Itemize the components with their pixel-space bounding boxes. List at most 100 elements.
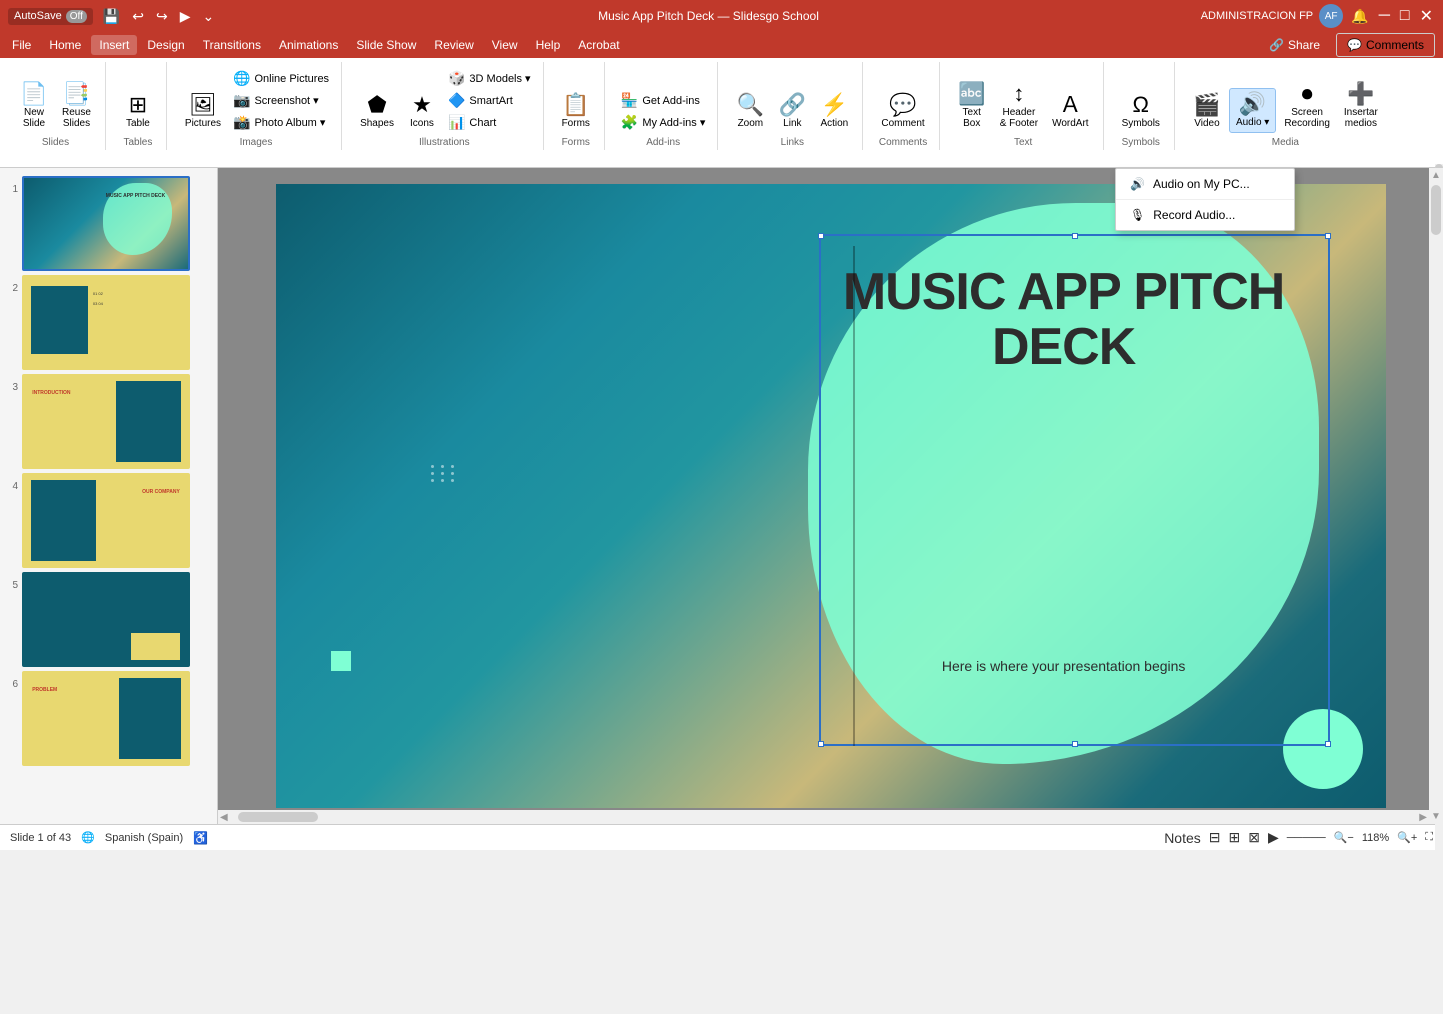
- screenshot-button[interactable]: 📷 Screenshot ▾: [229, 90, 333, 111]
- undo-icon[interactable]: ↩: [130, 6, 146, 27]
- slide-thumbnail-3[interactable]: INTRODUCTION: [22, 374, 190, 469]
- slide-view-normal-icon[interactable]: ⊟: [1209, 829, 1221, 846]
- textbox-button[interactable]: 🔤 TextBox: [952, 79, 992, 133]
- icons-button[interactable]: ★ Icons: [402, 90, 442, 133]
- menu-design[interactable]: Design: [139, 35, 192, 55]
- menu-review[interactable]: Review: [426, 35, 481, 55]
- audio-on-pc-item[interactable]: 🔊 Audio on My PC...: [1116, 169, 1294, 199]
- addins-buttons: 🏪 Get Add-ins 🧩 My Add-ins ▾: [617, 64, 709, 133]
- forms-buttons: 📋 Forms: [556, 64, 596, 133]
- menu-transitions[interactable]: Transitions: [195, 35, 269, 55]
- tables-group-label: Tables: [123, 133, 152, 148]
- get-addins-icon: 🏪: [621, 92, 638, 109]
- zoom-out-icon[interactable]: 🔍−: [1334, 831, 1354, 844]
- ribbon-collapse-icon[interactable]: ›: [1425, 490, 1429, 502]
- status-right: Notes ⊟ ⊞ ⊠ ▶ ───── 🔍− 118% 🔍+ ⛶: [1164, 829, 1433, 846]
- slide-thumbnail-1[interactable]: MUSIC APP PITCH DECK: [22, 176, 190, 271]
- comments-buttons: 💬 Comment: [875, 64, 930, 133]
- comment-button[interactable]: 💬 Comment: [875, 90, 930, 133]
- close-icon[interactable]: ✕: [1418, 4, 1435, 28]
- slide-rect-decoration: [331, 651, 351, 671]
- slide-thumb-4[interactable]: 4 OUR COMPANY: [4, 473, 213, 568]
- forms-button[interactable]: 📋 Forms: [556, 90, 596, 133]
- audio-dropdown-menu: 🔊 Audio on My PC... 🎙 Record Audio...: [1115, 168, 1295, 231]
- share-button[interactable]: 🔗 Share: [1257, 34, 1332, 56]
- menu-home[interactable]: Home: [41, 35, 89, 55]
- slides-buttons: 📄 NewSlide 📑 ReuseSlides: [14, 64, 97, 133]
- zoom-in-icon[interactable]: 🔍+: [1397, 831, 1417, 844]
- menu-slideshow[interactable]: Slide Show: [348, 35, 424, 55]
- table-button[interactable]: ⊞ Table: [118, 90, 158, 133]
- slide-thumb-2[interactable]: 2 01 0203 04: [4, 275, 213, 370]
- slide-thumbnail-5[interactable]: [22, 572, 190, 667]
- online-pictures-button[interactable]: 🌐 Online Pictures: [229, 68, 333, 89]
- autosave-toggle[interactable]: AutoSave Off: [8, 8, 93, 25]
- menu-acrobat[interactable]: Acrobat: [570, 35, 627, 55]
- autosave-label: AutoSave: [14, 10, 62, 22]
- slide-panel: 1 MUSIC APP PITCH DECK 2 01 0203 04 3 IN…: [0, 168, 218, 824]
- canvas-scroll-thumb-v[interactable]: [1431, 185, 1441, 235]
- 3d-models-button[interactable]: 🎲 3D Models ▾: [444, 68, 535, 89]
- avatar[interactable]: AF: [1319, 4, 1343, 28]
- insertar-medios-button[interactable]: ➕ Insertarmedios: [1338, 79, 1384, 133]
- wordart-button[interactable]: Ａ WordArt: [1046, 90, 1095, 133]
- ribbon-group-tables: ⊞ Table Tables: [110, 62, 167, 150]
- slide-thumbnail-6[interactable]: PROBLEM: [22, 671, 190, 766]
- get-addins-button[interactable]: 🏪 Get Add-ins: [617, 90, 709, 111]
- canvas-scroll-thumb-h[interactable]: [238, 812, 318, 822]
- slide-thumb-3[interactable]: 3 INTRODUCTION: [4, 374, 213, 469]
- menu-file[interactable]: File: [4, 35, 39, 55]
- new-slide-button[interactable]: 📄 NewSlide: [14, 79, 54, 133]
- ribbon-display-icon[interactable]: 🔔: [1349, 6, 1370, 27]
- link-button[interactable]: 🔗 Link: [772, 90, 812, 133]
- zoom-button[interactable]: 🔍 Zoom: [730, 90, 770, 133]
- shapes-button[interactable]: ⬟ Shapes: [354, 90, 400, 133]
- audio-button[interactable]: 🔊 Audio ▾: [1229, 88, 1276, 133]
- slide-thumbnail-2[interactable]: 01 0203 04: [22, 275, 190, 370]
- video-icon: 🎬: [1193, 94, 1220, 116]
- screen-recording-icon: ⏺: [1302, 83, 1313, 105]
- photo-album-button[interactable]: 📸 Photo Album ▾: [229, 112, 333, 133]
- accessibility-icon[interactable]: ♿: [193, 831, 208, 845]
- images-buttons: 🖼 Pictures 🌐 Online Pictures 📷 Screensho…: [179, 64, 333, 133]
- ribbon-group-symbols: Ω Symbols Symbols: [1108, 62, 1175, 150]
- canvas-scrollbar-v[interactable]: ▲ ▼: [1429, 168, 1443, 824]
- redo-icon[interactable]: ↪: [154, 6, 170, 27]
- smartart-button[interactable]: 🔷 SmartArt: [444, 90, 535, 111]
- fit-slide-icon[interactable]: ⛶: [1425, 831, 1433, 844]
- qa-dropdown-icon[interactable]: ⌄: [201, 6, 217, 27]
- video-button[interactable]: 🎬 Video: [1187, 90, 1227, 133]
- main-area: 1 MUSIC APP PITCH DECK 2 01 0203 04 3 IN…: [0, 168, 1443, 824]
- slide-thumb-1[interactable]: 1 MUSIC APP PITCH DECK: [4, 176, 213, 271]
- menu-help[interactable]: Help: [528, 35, 569, 55]
- screen-recording-button[interactable]: ⏺ ScreenRecording: [1278, 79, 1336, 133]
- new-slide-icon: 📄: [20, 83, 47, 105]
- slide-thumbnail-4[interactable]: OUR COMPANY: [22, 473, 190, 568]
- symbols-button[interactable]: Ω Symbols: [1116, 90, 1166, 133]
- record-audio-item[interactable]: 🎙 Record Audio...: [1116, 200, 1294, 230]
- present-icon[interactable]: ▶: [178, 6, 193, 27]
- restore-icon[interactable]: □: [1398, 5, 1412, 27]
- header-footer-button[interactable]: ↕ Header& Footer: [994, 79, 1044, 133]
- action-button[interactable]: ⚡ Action: [814, 90, 854, 133]
- chart-button[interactable]: 📊 Chart: [444, 112, 535, 133]
- pictures-button[interactable]: 🖼 Pictures: [179, 90, 227, 133]
- menu-view[interactable]: View: [484, 35, 526, 55]
- slide-thumb-6[interactable]: 6 PROBLEM: [4, 671, 213, 766]
- slide-view-reading-icon[interactable]: ⊠: [1248, 829, 1260, 846]
- slide-view-grid-icon[interactable]: ⊞: [1229, 829, 1241, 846]
- menu-insert[interactable]: Insert: [91, 35, 137, 55]
- audio-pc-icon: 🔊: [1130, 177, 1145, 191]
- comments-button[interactable]: 💬 Comments: [1336, 33, 1435, 57]
- comments-group-label: Comments: [879, 133, 927, 148]
- reuse-slides-button[interactable]: 📑 ReuseSlides: [56, 79, 97, 133]
- 3d-models-icon: 🎲: [448, 70, 465, 87]
- menu-animations[interactable]: Animations: [271, 35, 346, 55]
- minimize-icon[interactable]: ─: [1377, 5, 1392, 27]
- slide-thumb-5[interactable]: 5: [4, 572, 213, 667]
- save-icon[interactable]: 💾: [101, 6, 122, 27]
- canvas-scrollbar-h[interactable]: ◀ ▶: [218, 810, 1429, 824]
- slide-show-icon[interactable]: ▶: [1268, 829, 1279, 846]
- my-addins-button[interactable]: 🧩 My Add-ins ▾: [617, 112, 709, 133]
- notes-button[interactable]: Notes: [1164, 830, 1201, 846]
